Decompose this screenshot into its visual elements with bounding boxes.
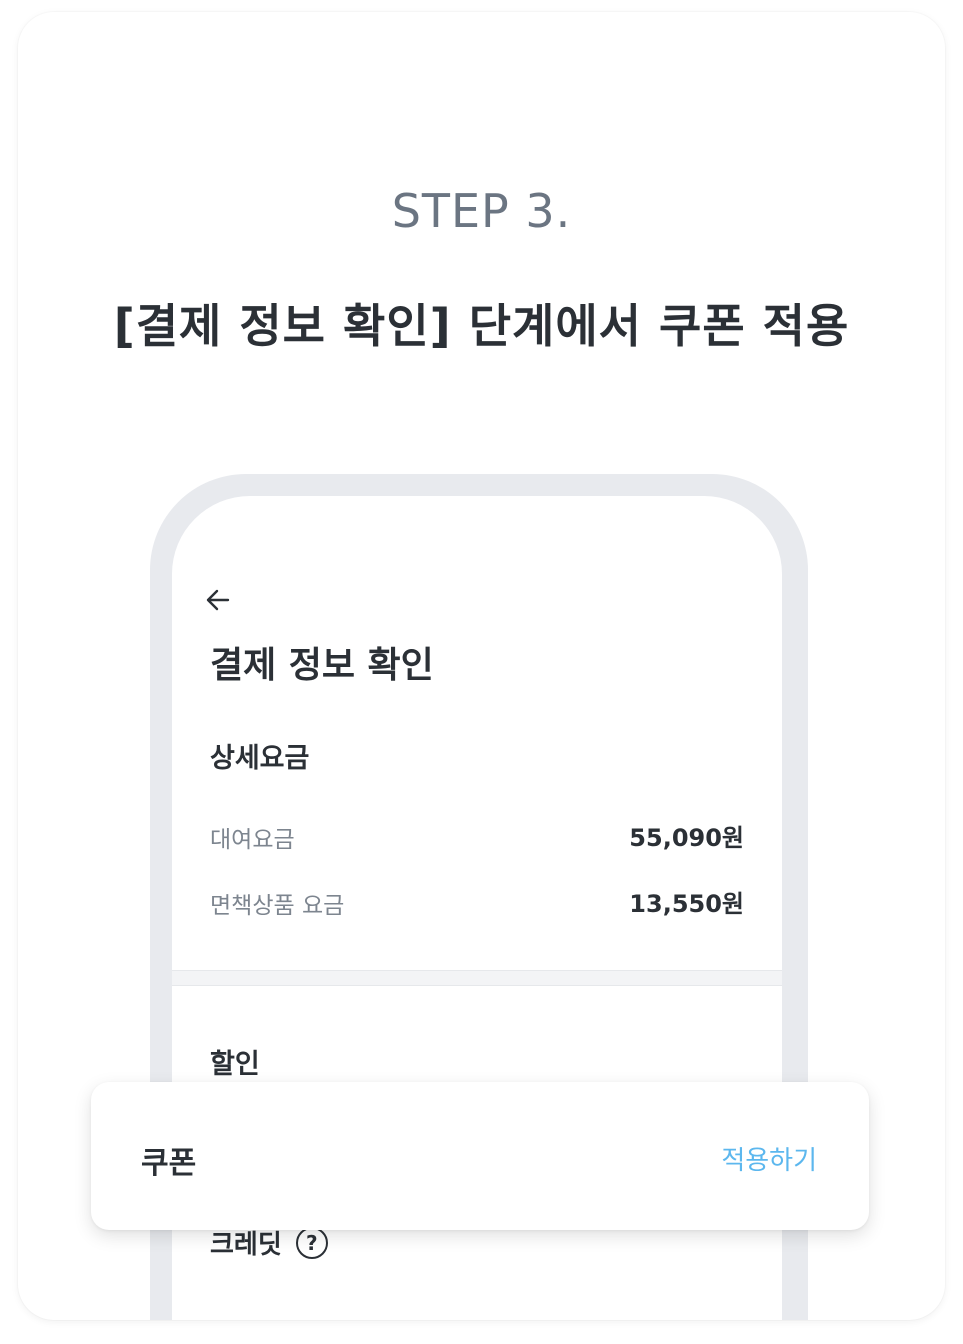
screen-title: 결제 정보 확인 (210, 645, 434, 686)
step-card: STEP 3. [결제 정보 확인] 단계에서 쿠폰 적용 결제 정보 확인 상… (18, 12, 945, 1320)
coupon-card: 쿠폰 적용하기 (91, 1082, 869, 1230)
discount-section-heading: 할인 (210, 1049, 260, 1080)
step-title: [결제 정보 확인] 단계에서 쿠폰 적용 (113, 299, 850, 353)
section-divider (172, 970, 782, 986)
insurance-fee-label: 면책상품 요금 (210, 893, 345, 919)
insurance-fee-value: 13,550원 (629, 890, 744, 918)
arrow-left-icon[interactable] (202, 584, 234, 616)
rental-fee-value: 55,090원 (629, 824, 744, 852)
apply-coupon-button[interactable]: 적용하기 (721, 1140, 817, 1177)
question-circle-icon[interactable]: ? (295, 1226, 328, 1259)
coupon-label: 쿠폰 (141, 1146, 197, 1181)
detail-section-heading: 상세요금 (210, 743, 310, 774)
rental-fee-label: 대여요금 (210, 827, 295, 853)
step-label: STEP 3. (391, 184, 572, 238)
help-glyph: ? (305, 1230, 318, 1255)
